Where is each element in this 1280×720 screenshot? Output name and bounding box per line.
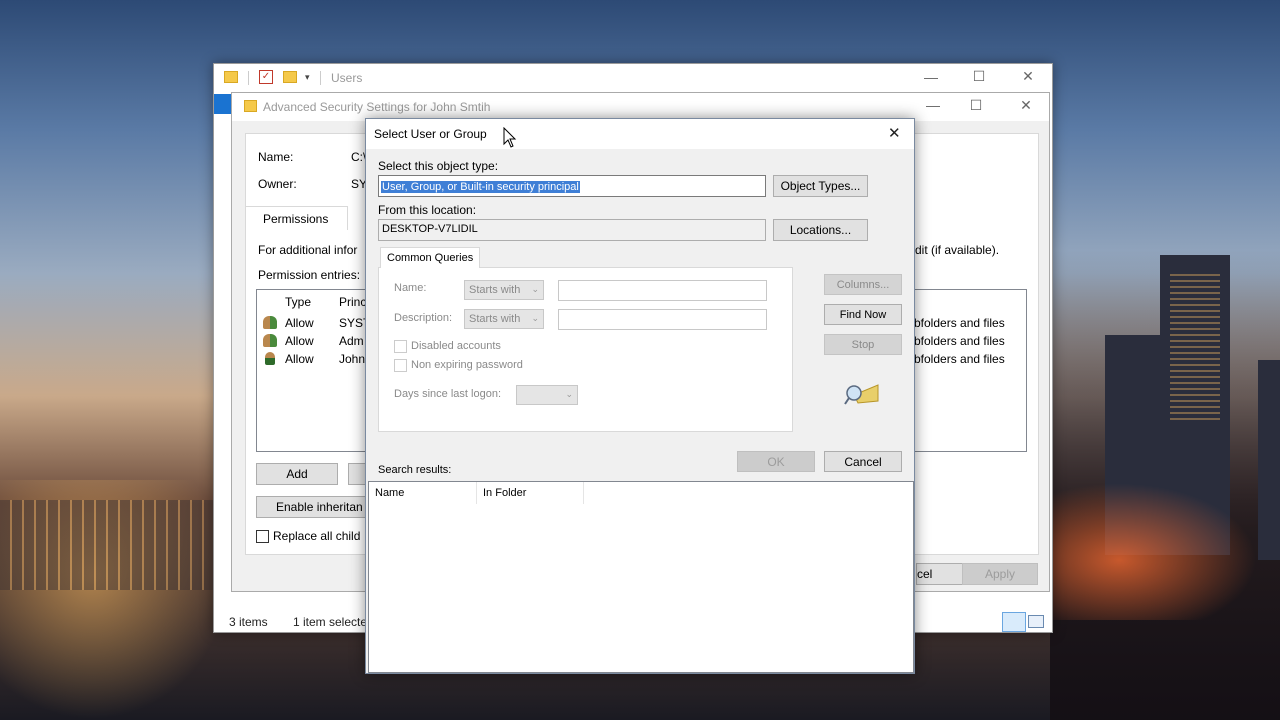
status-item-count: 3 items xyxy=(229,615,268,629)
mouse-cursor-icon xyxy=(503,127,517,148)
user-icon xyxy=(265,352,275,365)
ok-button[interactable]: OK xyxy=(737,451,815,472)
background-tower-windows xyxy=(1170,270,1220,420)
ribbon-file-tab[interactable] xyxy=(214,94,232,114)
column-header-type[interactable]: Type xyxy=(285,295,311,309)
row-applies-to: bfolders and files xyxy=(914,316,1005,330)
column-header-in-folder[interactable]: In Folder xyxy=(478,482,584,504)
chevron-down-icon: ⌄ xyxy=(565,389,573,399)
divider xyxy=(320,71,321,85)
chevron-down-icon: ⌄ xyxy=(531,313,539,323)
replace-child-checkbox[interactable] xyxy=(256,530,269,543)
description-search-input[interactable] xyxy=(558,309,767,330)
advanced-titlebar: Advanced Security Settings for John Smti… xyxy=(232,93,1049,121)
advanced-title: Advanced Security Settings for John Smti… xyxy=(263,100,491,114)
maximize-button[interactable]: ☐ xyxy=(964,68,994,85)
find-now-button[interactable]: Find Now xyxy=(824,304,902,325)
stop-button[interactable]: Stop xyxy=(824,334,902,355)
days-since-logon-label: Days since last logon: xyxy=(394,388,501,400)
object-type-label: Select this object type: xyxy=(378,159,499,173)
details-view-icon[interactable] xyxy=(1002,612,1026,632)
group-user-icon xyxy=(263,316,277,329)
name-search-input[interactable] xyxy=(558,280,767,301)
name-match-dropdown[interactable]: Starts with ⌄ xyxy=(464,280,544,300)
dialog-titlebar: Select User or Group ✕ xyxy=(366,119,914,149)
select-user-dialog: Select User or Group ✕ Select this objec… xyxy=(365,118,915,674)
cancel-button[interactable]: Cancel xyxy=(824,451,902,472)
properties-icon[interactable]: ✓ xyxy=(259,70,273,84)
row-type: Allow xyxy=(285,334,314,348)
explorer-title: Users xyxy=(331,71,363,85)
object-type-field: User, Group, or Built-in security princi… xyxy=(378,175,766,197)
minimize-button[interactable]: — xyxy=(916,69,946,85)
add-button[interactable]: Add xyxy=(256,463,338,485)
row-applies-to: bfolders and files xyxy=(914,334,1005,348)
close-icon[interactable]: ✕ xyxy=(888,124,901,142)
apply-button[interactable]: Apply xyxy=(962,563,1038,585)
description-label: Description: xyxy=(394,312,453,324)
close-button[interactable]: ✕ xyxy=(1013,68,1043,85)
days-since-logon-dropdown[interactable]: ⌄ xyxy=(516,385,578,405)
new-folder-icon[interactable] xyxy=(283,71,297,83)
close-button[interactable]: ✕ xyxy=(1011,97,1041,114)
replace-child-label: Replace all child xyxy=(273,529,361,543)
row-applies-to: bfolders and files xyxy=(914,352,1005,366)
explorer-titlebar: ✓ ▾ Users — ☐ ✕ xyxy=(214,64,1052,92)
dialog-title: Select User or Group xyxy=(374,127,487,141)
column-header-name[interactable]: Name xyxy=(369,482,477,504)
disabled-accounts-checkbox[interactable] xyxy=(394,340,407,353)
columns-button[interactable]: Columns... xyxy=(824,274,902,295)
search-results-label: Search results: xyxy=(378,464,452,476)
large-icons-view-icon[interactable] xyxy=(1028,615,1044,628)
search-flashlight-icon xyxy=(844,384,879,405)
locations-button[interactable]: Locations... xyxy=(773,219,868,241)
owner-label: Owner: xyxy=(258,177,297,191)
row-type: Allow xyxy=(285,352,314,366)
minimize-button[interactable]: — xyxy=(918,97,948,113)
folder-icon xyxy=(244,100,257,112)
disabled-accounts-label: Disabled accounts xyxy=(411,340,501,352)
object-type-value: User, Group, or Built-in security princi… xyxy=(381,181,580,193)
permission-entries-label: Permission entries: xyxy=(258,268,361,282)
column-header-principal[interactable]: Princ xyxy=(339,295,366,309)
maximize-button[interactable]: ☐ xyxy=(961,97,991,114)
row-principal: Adm xyxy=(339,334,364,348)
name-match-value: Starts with xyxy=(469,284,521,296)
location-field: DESKTOP-V7LIDIL xyxy=(378,219,766,241)
search-results-list[interactable]: Name In Folder xyxy=(368,481,914,673)
folder-icon xyxy=(224,71,238,83)
chevron-down-icon: ⌄ xyxy=(531,284,539,294)
description-match-value: Starts with xyxy=(469,313,521,325)
row-type: Allow xyxy=(285,316,314,330)
non-expiring-password-checkbox[interactable] xyxy=(394,359,407,372)
info-text-right: dit (if available). xyxy=(915,243,1000,257)
quick-access-dropdown-icon[interactable]: ▾ xyxy=(305,72,310,83)
divider xyxy=(248,71,249,85)
tab-common-queries[interactable]: Common Queries xyxy=(380,247,480,268)
description-match-dropdown[interactable]: Starts with ⌄ xyxy=(464,309,544,329)
enable-inheritance-button[interactable]: Enable inheritan xyxy=(256,496,368,518)
group-user-icon xyxy=(263,334,277,347)
tab-permissions[interactable]: Permissions xyxy=(245,206,348,230)
row-principal: John xyxy=(339,352,366,366)
name-label: Name: xyxy=(258,150,294,164)
object-types-button[interactable]: Object Types... xyxy=(773,175,868,197)
background-highway-lights xyxy=(1050,470,1280,620)
status-selected-count: 1 item selecte xyxy=(293,615,368,629)
info-text: For additional infor xyxy=(258,243,358,257)
non-expiring-password-label: Non expiring password xyxy=(411,359,523,371)
location-label: From this location: xyxy=(378,203,477,217)
name-label: Name: xyxy=(394,282,427,294)
background-building-lights xyxy=(0,500,215,590)
